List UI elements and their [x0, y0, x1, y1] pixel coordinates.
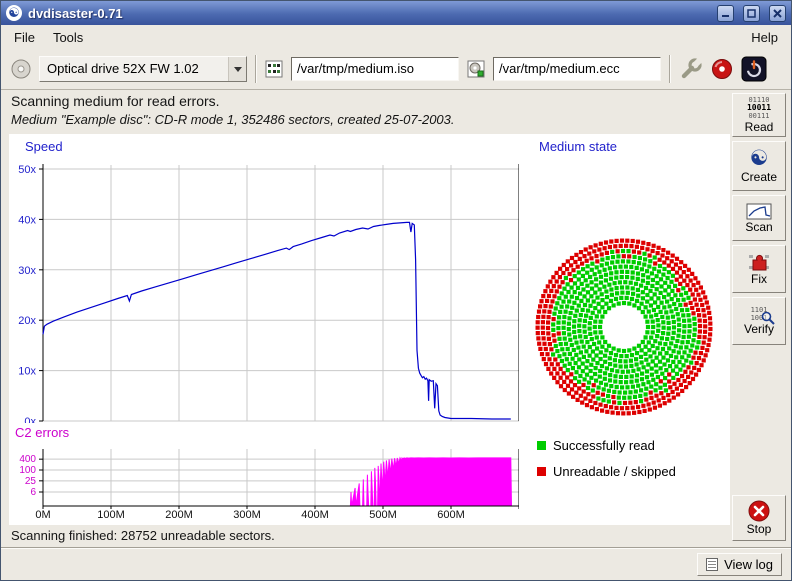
ecc-file-input[interactable] — [493, 57, 661, 81]
drive-icon — [11, 59, 31, 79]
image-file-input[interactable] — [291, 57, 459, 81]
speed-tick-label: 50x — [18, 164, 36, 176]
x-axis-tick-label: 400M — [301, 509, 329, 521]
maximize-button[interactable] — [743, 5, 760, 22]
close-button[interactable] — [769, 5, 786, 22]
read-icon-line: 10011 — [747, 104, 771, 112]
drive-selector[interactable]: Optical drive 52X FW 1.02 — [39, 56, 247, 82]
create-label: Create — [741, 170, 777, 184]
legend-unreadable: Unreadable / skipped — [537, 464, 676, 479]
preferences-wrench-button[interactable] — [679, 57, 703, 81]
stop-button[interactable]: Stop — [732, 495, 786, 541]
minimize-button[interactable] — [717, 5, 734, 22]
scan-icon — [746, 203, 772, 220]
scan-button[interactable]: Scan — [732, 195, 786, 241]
view-log-button[interactable]: View log — [697, 553, 782, 576]
log-icon — [706, 558, 718, 571]
ecc-file-icon — [467, 60, 485, 78]
x-axis-tick-label: 500M — [369, 509, 397, 521]
verify-icon: 1101 1001 — [751, 306, 768, 322]
x-axis-tick-label: 300M — [233, 509, 261, 521]
view-log-label: View log — [724, 557, 773, 572]
create-yinyang-icon: ☯ — [750, 148, 769, 170]
fix-button[interactable]: Fix — [732, 245, 786, 293]
statusbar-separator — [1, 547, 791, 549]
x-axis-labels: 0M 100M 200M 300M 400M 500M 600M — [9, 509, 529, 524]
image-file-icon — [265, 60, 283, 78]
speed-tick-label: 20x — [18, 315, 36, 327]
x-axis-tick-label: 0M — [35, 509, 50, 521]
action-sidebar: 01110 10011 00111 Read ☯ Create Scan Fix — [732, 93, 787, 545]
read-icon: 01110 10011 00111 — [747, 96, 771, 120]
menu-file[interactable]: File — [5, 27, 44, 48]
status-area: Scanning medium for read errors. Medium … — [1, 91, 729, 129]
close-icon — [773, 9, 782, 18]
c2-tick-label: 25 — [25, 476, 37, 487]
c2-errors-chart: 625100400 — [9, 446, 519, 510]
chart-panel: Speed Medium state C2 errors 0x 10x 20x 30x… — [9, 134, 730, 525]
chevron-down-icon[interactable] — [228, 57, 246, 81]
create-button[interactable]: ☯ Create — [732, 141, 786, 191]
speed-tick-label: 40x — [18, 214, 36, 226]
minimize-icon — [721, 9, 730, 18]
speed-grid — [43, 165, 519, 421]
x-axis-tick-label: 100M — [97, 509, 125, 521]
stop-label: Stop — [747, 522, 772, 536]
fix-puzzle-icon — [747, 252, 771, 272]
legend-read-swatch — [537, 441, 546, 450]
speed-tick-label: 0x — [24, 416, 36, 423]
read-icon-line: 00111 — [748, 112, 769, 120]
stop-icon — [748, 500, 770, 522]
c2-errors-title: C2 errors — [15, 425, 69, 440]
c2-tick-label: 400 — [19, 454, 36, 465]
toolbar: Optical drive 52X FW 1.02 — [1, 48, 791, 90]
x-axis-tick-label: 200M — [165, 509, 193, 521]
c2-area — [346, 458, 512, 506]
disc-help-button[interactable] — [711, 58, 733, 80]
magnifier-icon — [761, 311, 775, 325]
scan-label: Scan — [745, 220, 772, 234]
menu-help[interactable]: Help — [742, 27, 787, 48]
medium-state-title: Medium state — [539, 139, 617, 154]
read-label: Read — [745, 120, 774, 134]
medium-state-legend: Successfully read Unreadable / skipped — [537, 438, 676, 490]
legend-read-label: Successfully read — [553, 438, 655, 453]
toolbar-separator — [669, 55, 671, 83]
status-medium-info: Medium "Example disc": CD-R mode 1, 3524… — [11, 112, 719, 127]
speed-tick-label: 10x — [18, 366, 36, 378]
quit-power-button[interactable] — [741, 56, 767, 82]
window-title: dvdisaster-0.71 — [28, 6, 708, 21]
speed-curve — [43, 222, 511, 419]
c2-tick-label: 6 — [30, 487, 36, 498]
c2-tick-label: 100 — [19, 465, 36, 476]
scan-result-text: Scanning finished: 28752 unreadable sect… — [11, 528, 275, 543]
fix-label: Fix — [751, 272, 767, 286]
drive-selector-value: Optical drive 52X FW 1.02 — [40, 61, 228, 76]
legend-read: Successfully read — [537, 438, 676, 453]
read-button[interactable]: 01110 10011 00111 Read — [732, 93, 786, 137]
legend-unreadable-swatch — [537, 467, 546, 476]
app-icon: ☯ — [6, 5, 22, 21]
menu-tools[interactable]: Tools — [44, 27, 92, 48]
menubar: File Tools Help — [1, 26, 791, 48]
titlebar[interactable]: ☯ dvdisaster-0.71 — [1, 1, 791, 25]
toolbar-separator — [255, 55, 257, 83]
speed-chart: 0x 10x 20x 30x 40x 50x — [9, 161, 519, 423]
medium-state-disc — [529, 232, 719, 422]
speed-chart-title: Speed — [25, 139, 63, 154]
x-axis-tick-label: 600M — [437, 509, 465, 521]
legend-unreadable-label: Unreadable / skipped — [553, 464, 676, 479]
maximize-icon — [747, 9, 756, 18]
verify-button[interactable]: 1101 1001 Verify — [732, 297, 786, 345]
app-window: ☯ dvdisaster-0.71 File Tools Help Optica… — [0, 0, 792, 581]
speed-tick-label: 30x — [18, 265, 36, 277]
status-action: Scanning medium for read errors. — [11, 93, 719, 109]
